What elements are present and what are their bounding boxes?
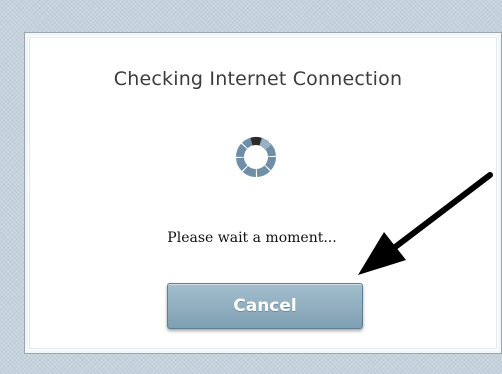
arrow-icon (358, 172, 493, 275)
loading-spinner-icon (236, 136, 276, 177)
cancel-button[interactable]: Cancel (167, 283, 363, 329)
dialog-title: Checking Internet Connection (113, 68, 403, 90)
wait-message: Please wait a moment... (167, 230, 337, 246)
